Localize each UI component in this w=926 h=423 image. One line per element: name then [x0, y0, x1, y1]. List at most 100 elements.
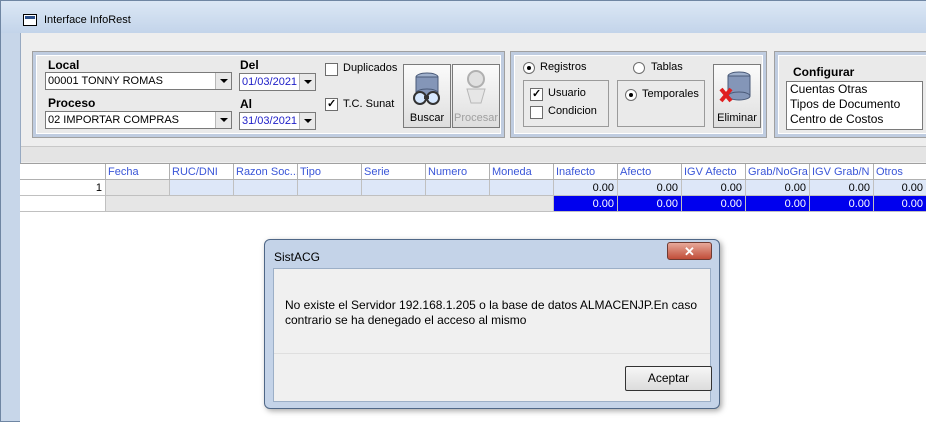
list-item[interactable]: Centro de Costos	[787, 112, 922, 127]
proceso-label: Proceso	[48, 96, 96, 110]
total-cell: 0.00	[554, 196, 618, 212]
temporales-group: Temporales	[617, 80, 705, 127]
grid-corner-header	[20, 164, 106, 180]
configurar-panel-inner: Configurar Cuentas Otras Tipos de Docume…	[778, 55, 926, 134]
column-header-inafecto[interactable]: Inafecto	[554, 164, 618, 180]
error-dialog: SistACG ✕ No existe el Servidor 192.168.…	[264, 239, 720, 409]
filter-options-group: Usuario Condicion	[523, 80, 609, 127]
total-cell: 0.00	[682, 196, 746, 212]
tc-sunat-checkbox[interactable]	[325, 97, 338, 111]
column-header-igv-afecto[interactable]: IGV Afecto	[682, 164, 746, 180]
del-label: Del	[240, 58, 259, 72]
local-combo[interactable]: 00001 TONNY ROMAS	[45, 72, 232, 90]
dialog-footer: Aceptar	[274, 353, 712, 401]
del-date-value: 01/03/2021	[242, 76, 298, 88]
grid-cell[interactable]: 0.00	[618, 180, 682, 196]
total-cell: 0.00	[618, 196, 682, 212]
totals-row: 0.00 0.00 0.00 0.00 0.00 0.00	[20, 196, 926, 212]
eliminar-label: Eliminar	[717, 112, 757, 124]
list-item[interactable]: Cuentas Otras	[787, 82, 922, 97]
column-header-tipo[interactable]: Tipo	[298, 164, 362, 180]
chevron-down-icon[interactable]	[215, 73, 231, 89]
app-window-icon	[23, 14, 37, 26]
tc-sunat-label: T.C. Sunat	[343, 98, 395, 110]
grid-cell[interactable]	[426, 180, 490, 196]
total-cell: 0.00	[874, 196, 926, 212]
column-header-serie[interactable]: Serie	[362, 164, 426, 180]
separator-strip	[21, 146, 926, 162]
chevron-down-icon[interactable]	[215, 112, 231, 128]
row-index: 1	[20, 180, 106, 196]
aceptar-button[interactable]: Aceptar	[625, 366, 712, 391]
grid-cell[interactable]	[234, 180, 298, 196]
grid-cell[interactable]: 0.00	[810, 180, 874, 196]
table-row[interactable]: 1 0.00 0.00 0.00 0.00 0.00 0.00	[20, 180, 926, 196]
chevron-down-icon[interactable]	[299, 74, 315, 90]
eliminar-button[interactable]: Eliminar	[713, 64, 761, 128]
delete-database-icon	[719, 71, 751, 103]
dialog-body: No existe el Servidor 192.168.1.205 o la…	[273, 268, 712, 402]
temporales-label: Temporales	[642, 88, 699, 100]
column-header-ruc-dni[interactable]: RUC/DNI	[170, 164, 234, 180]
proceso-combo[interactable]: 02 IMPORTAR COMPRAS	[45, 111, 232, 129]
registros-radio[interactable]	[523, 62, 535, 74]
close-icon[interactable]: ✕	[667, 242, 712, 260]
column-header-razon-social[interactable]: Razon Soc...	[234, 164, 298, 180]
procesar-button[interactable]: Procesar	[452, 64, 500, 128]
totals-spacer	[106, 196, 554, 212]
buscar-label: Buscar	[409, 112, 445, 124]
list-item[interactable]: Tipos de Documento	[787, 97, 922, 112]
column-header-otros[interactable]: Otros	[874, 164, 926, 180]
mode-panel-inner: Registros Tablas Usuario Condicion Tempo…	[514, 55, 763, 134]
usuario-checkbox[interactable]	[530, 87, 543, 101]
title-bar: Interface InfoRest	[1, 1, 926, 33]
condicion-label: Condicion	[548, 105, 597, 117]
search-database-icon	[413, 72, 440, 105]
main-window: Interface InfoRest Local 00001 TONNY ROM…	[0, 0, 926, 423]
temporales-radio[interactable]	[625, 89, 637, 101]
grid-cell[interactable]	[170, 180, 234, 196]
column-header-numero[interactable]: Numero	[426, 164, 490, 180]
usuario-label: Usuario	[548, 87, 586, 99]
grid-cell	[20, 196, 106, 212]
tablas-label: Tablas	[651, 61, 683, 73]
grid-cell[interactable]: 0.00	[874, 180, 926, 196]
proceso-value: 02 IMPORTAR COMPRAS	[48, 114, 180, 126]
grid-cell[interactable]	[298, 180, 362, 196]
total-cell: 0.00	[746, 196, 810, 212]
total-cell: 0.00	[810, 196, 874, 212]
column-header-afecto[interactable]: Afecto	[618, 164, 682, 180]
condicion-checkbox[interactable]	[530, 106, 543, 119]
configurar-list[interactable]: Cuentas Otras Tipos de Documento Centro …	[786, 81, 923, 130]
window-title: Interface InfoRest	[44, 14, 131, 26]
dialog-title: SistACG	[274, 250, 321, 264]
registros-label: Registros	[540, 61, 587, 73]
al-label: Al	[240, 97, 252, 111]
column-header-igv-grab[interactable]: IGV Grab/N	[810, 164, 874, 180]
del-date-picker[interactable]: 01/03/2021	[239, 73, 316, 91]
al-date-picker[interactable]: 31/03/2021	[239, 112, 316, 130]
tablas-radio[interactable]	[633, 62, 645, 74]
column-header-grab-nograb[interactable]: Grab/NoGra	[746, 164, 810, 180]
duplicados-checkbox[interactable]	[325, 63, 338, 76]
local-value: 00001 TONNY ROMAS	[48, 75, 163, 87]
filter-panel: Local 00001 TONNY ROMAS Proceso 02 IMPOR…	[32, 51, 505, 138]
gear-process-icon	[466, 70, 486, 104]
column-header-fecha[interactable]: Fecha	[106, 164, 170, 180]
grid-cell[interactable]: 0.00	[682, 180, 746, 196]
configurar-title: Configurar	[793, 65, 855, 79]
procesar-label: Procesar	[453, 112, 499, 124]
dialog-message: No existe el Servidor 192.168.1.205 o la…	[285, 298, 698, 327]
column-header-moneda[interactable]: Moneda	[490, 164, 554, 180]
grid-cell[interactable]: 0.00	[746, 180, 810, 196]
chevron-down-icon[interactable]	[299, 113, 315, 129]
mode-panel: Registros Tablas Usuario Condicion Tempo…	[510, 51, 767, 138]
configurar-panel: Configurar Cuentas Otras Tipos de Docume…	[774, 51, 926, 138]
filter-panel-inner: Local 00001 TONNY ROMAS Proceso 02 IMPOR…	[36, 55, 501, 134]
grid-cell[interactable]: 0.00	[554, 180, 618, 196]
grid-cell[interactable]	[362, 180, 426, 196]
grid-cell[interactable]	[106, 180, 170, 196]
grid-cell[interactable]	[490, 180, 554, 196]
buscar-button[interactable]: Buscar	[403, 64, 451, 128]
duplicados-label: Duplicados	[343, 62, 398, 74]
